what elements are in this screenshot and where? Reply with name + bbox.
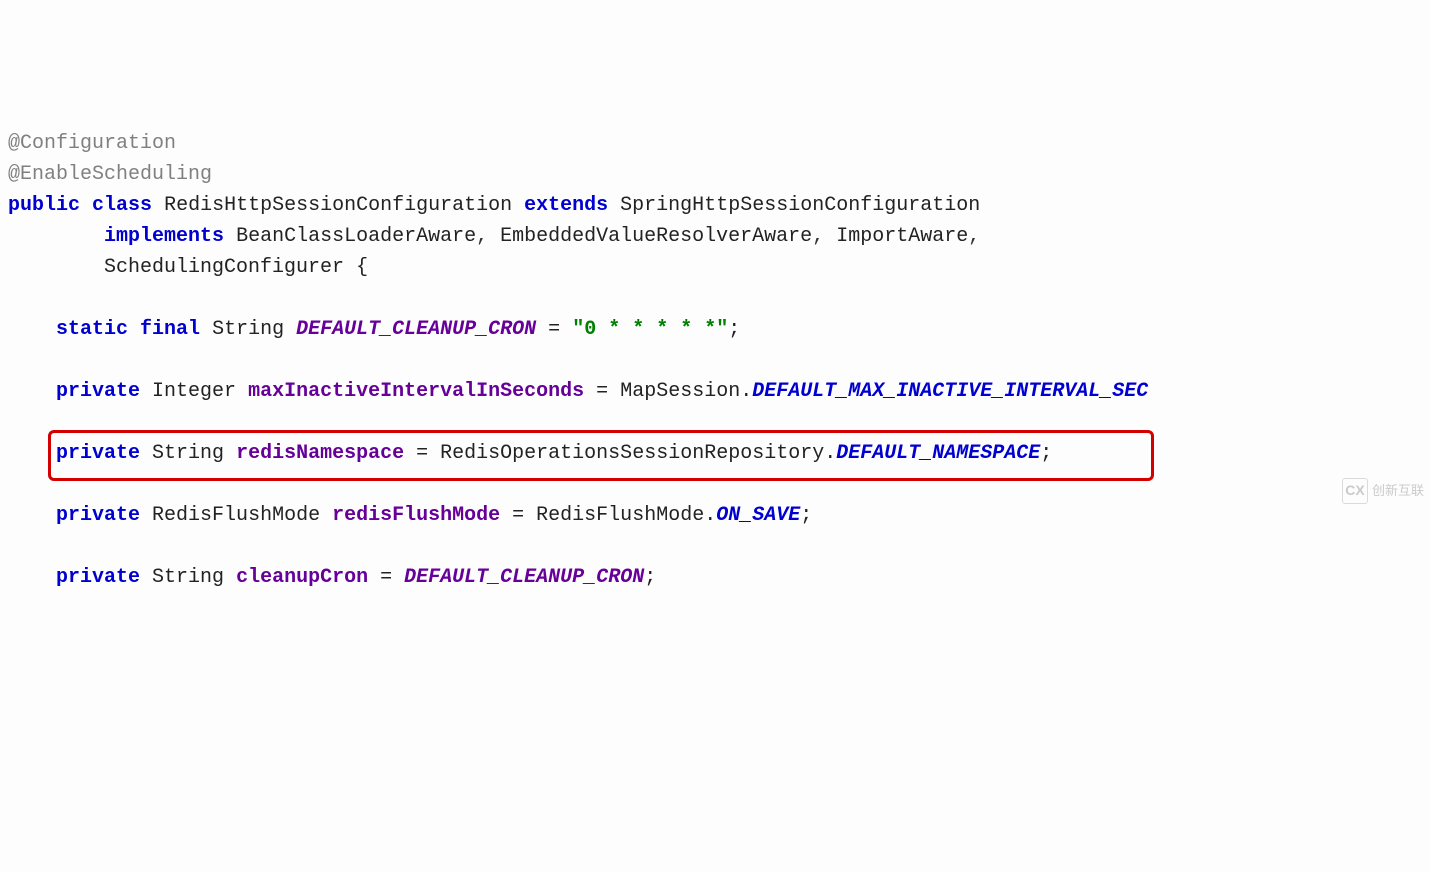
line-blank	[8, 531, 1422, 562]
string-literal: "0 * * * * *"	[572, 318, 728, 341]
field: redisNamespace	[236, 442, 404, 465]
equals: =	[512, 504, 524, 527]
keyword: extends	[524, 194, 608, 217]
type: Integer	[152, 380, 236, 403]
dot: .	[824, 442, 836, 465]
line-blank	[8, 345, 1422, 376]
line-blank	[8, 469, 1422, 500]
line-cronconst: static final String DEFAULT_CLEANUP_CRON…	[8, 314, 1422, 345]
interface: SchedulingConfigurer	[104, 256, 344, 279]
semicolon: ;	[1040, 442, 1052, 465]
superclass: SpringHttpSessionConfiguration	[620, 194, 980, 217]
keyword: static	[56, 318, 128, 341]
line-ann1: @Configuration	[8, 128, 1422, 159]
keyword: class	[92, 194, 152, 217]
interface: EmbeddedValueResolverAware	[500, 225, 812, 248]
annotation: @Configuration	[8, 132, 176, 155]
equals: =	[380, 566, 392, 589]
watermark-text: 创新互联	[1372, 481, 1424, 501]
interface: ImportAware	[836, 225, 968, 248]
constant-ref: ON_SAVE	[716, 504, 800, 527]
class-ref: RedisFlushMode	[536, 504, 704, 527]
type: RedisFlushMode	[152, 504, 320, 527]
line-classdecl: public class RedisHttpSessionConfigurati…	[8, 190, 1422, 221]
line-ann2: @EnableScheduling	[8, 159, 1422, 190]
keyword: implements	[104, 225, 224, 248]
equals: =	[416, 442, 428, 465]
equals: =	[596, 380, 608, 403]
field: maxInactiveIntervalInSeconds	[248, 380, 584, 403]
dot: .	[740, 380, 752, 403]
field: redisFlushMode	[332, 504, 500, 527]
keyword: private	[56, 380, 140, 403]
constant-def: DEFAULT_CLEANUP_CRON	[296, 318, 536, 341]
constant-ref: DEFAULT_NAMESPACE	[836, 442, 1040, 465]
code-block: @Configuration @EnableScheduling public cl…	[8, 128, 1422, 593]
line-redisnamespace: private String redisNamespace = RedisOpe…	[8, 438, 1422, 469]
watermark: CX 创新互联	[1342, 478, 1424, 504]
line-cleanupcron: private String cleanupCron = DEFAULT_CLE…	[8, 562, 1422, 593]
dot: .	[704, 504, 716, 527]
line-maxinactive: private Integer maxInactiveIntervalInSec…	[8, 376, 1422, 407]
class-ref: RedisOperationsSessionRepository	[440, 442, 824, 465]
class-ref: MapSession	[620, 380, 740, 403]
class-name: RedisHttpSessionConfiguration	[164, 194, 512, 217]
line-blank	[8, 283, 1422, 314]
type: String	[152, 442, 224, 465]
field: cleanupCron	[236, 566, 368, 589]
constant-ref: DEFAULT_CLEANUP_CRON	[404, 566, 644, 589]
keyword: final	[140, 318, 200, 341]
constant-ref: DEFAULT_MAX_INACTIVE_INTERVAL_SEC	[752, 380, 1148, 403]
keyword: private	[56, 504, 140, 527]
keyword: public	[8, 194, 80, 217]
annotation: @EnableScheduling	[8, 163, 212, 186]
keyword: private	[56, 566, 140, 589]
type: String	[152, 566, 224, 589]
semicolon: ;	[800, 504, 812, 527]
line-implements2: SchedulingConfigurer {	[8, 252, 1422, 283]
interface: BeanClassLoaderAware	[236, 225, 476, 248]
equals: =	[548, 318, 560, 341]
line-blank	[8, 407, 1422, 438]
type: String	[212, 318, 284, 341]
line-flushmode: private RedisFlushMode redisFlushMode = …	[8, 500, 1422, 531]
keyword: private	[56, 442, 140, 465]
semicolon: ;	[728, 318, 740, 341]
semicolon: ;	[644, 566, 656, 589]
brace: {	[356, 256, 368, 279]
line-implements1: implements BeanClassLoaderAware, Embedde…	[8, 221, 1422, 252]
watermark-logo: CX	[1342, 478, 1368, 504]
